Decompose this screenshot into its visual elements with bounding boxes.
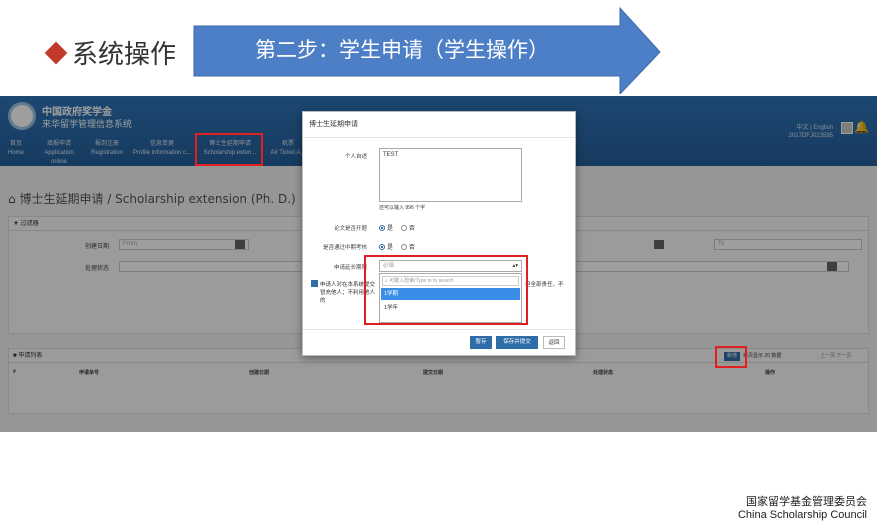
save-draft-button[interactable]: 暂存 [470, 336, 492, 349]
midterm-no-radio[interactable]: 否 [401, 242, 415, 251]
footer-cn: 国家留学基金管理委员会 [746, 495, 867, 508]
modal-title: 博士生延期申请 [303, 112, 575, 138]
commitment-text-tail: 担全部责任，不 [525, 282, 564, 288]
highlight-add [715, 346, 747, 368]
thesis-label: 论文是否开题 [333, 226, 367, 232]
section-title-text: 系统操作 [72, 40, 177, 70]
midterm-yes-radio[interactable]: 是 [379, 242, 393, 251]
highlight-dropdown [364, 255, 528, 325]
section-title: 系统操作 [44, 34, 177, 71]
midterm-label: 是否通过中期考核 [322, 245, 367, 251]
back-button[interactable]: 返回 [543, 336, 565, 349]
slide: 系统操作 第二步：学生申请（学生操作） 中国政府奖学金 来华留学管理信息系统 首… [0, 0, 877, 527]
thesis-no-radio[interactable]: 否 [401, 223, 415, 232]
slide-footer: 国家留学基金管理委员会 China Scholarship Council [738, 493, 867, 521]
statement-label: 个人自述 [344, 154, 367, 160]
save-submit-button[interactable]: 保存并提交 [496, 336, 538, 349]
footer-en: China Scholarship Council [737, 509, 867, 521]
step-banner: 第二步：学生申请（学生操作） [192, 6, 662, 94]
check-icon [311, 280, 318, 287]
step-label: 第二步：学生申请（学生操作） [255, 38, 549, 62]
extension-label: 申请延长期限 [333, 265, 367, 271]
statement-textarea[interactable]: TEST [379, 148, 522, 202]
thesis-yes-radio[interactable]: 是 [379, 223, 393, 232]
diamond-bullet-icon [44, 41, 68, 64]
highlight-nav [195, 133, 263, 166]
remaining-chars: 还可以输入 996 个字 [379, 205, 426, 211]
modal-footer: 暂存 保存并提交 返回 [303, 329, 575, 355]
app-screenshot: 中国政府奖学金 来华留学管理信息系统 首页 Home 填报申请 Applicatio… [0, 96, 877, 432]
